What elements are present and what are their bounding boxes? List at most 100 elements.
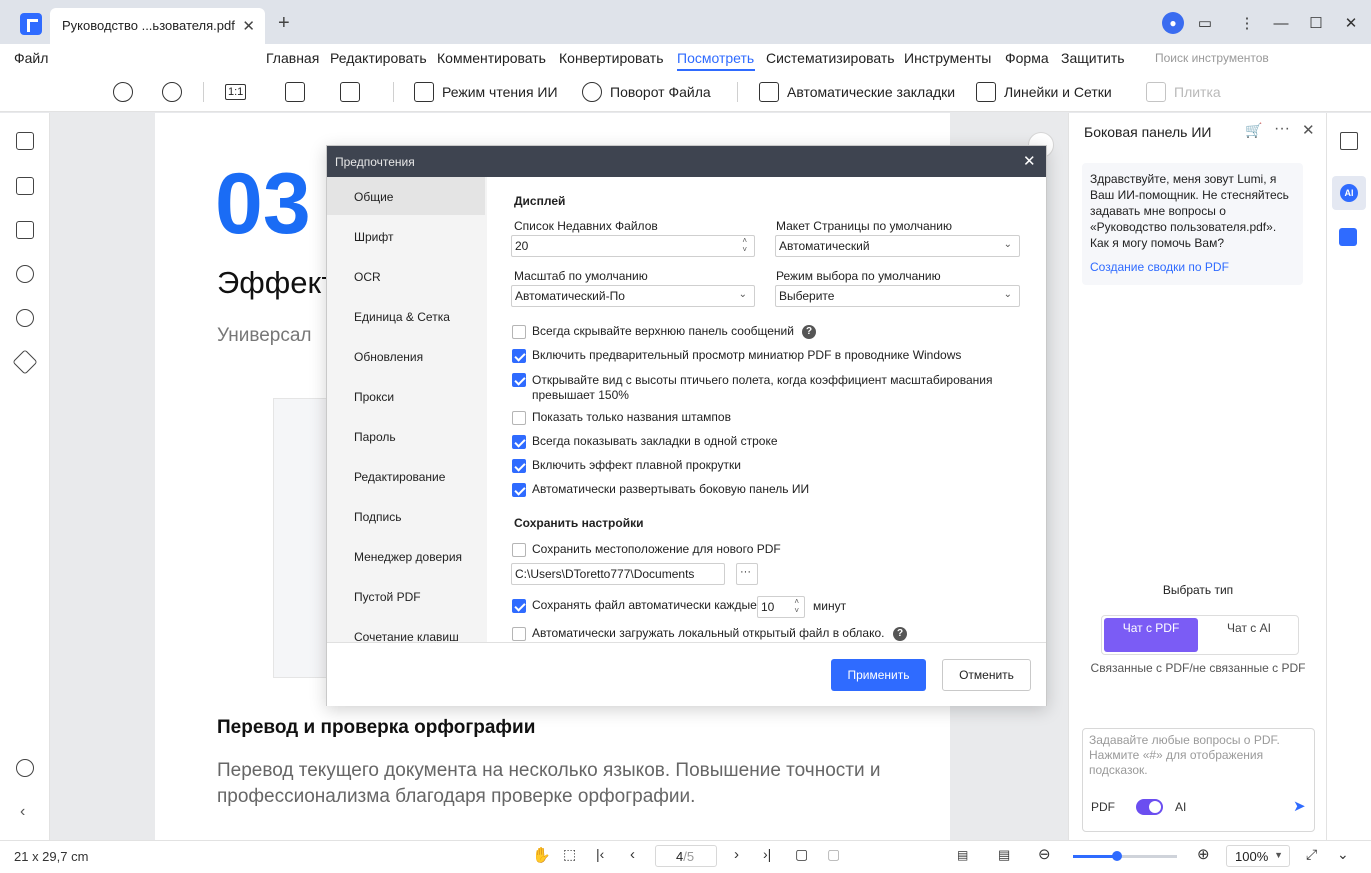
nav-updates[interactable]: Обновления [327,337,485,375]
comments-icon[interactable] [16,221,34,239]
status-zoom-in-icon[interactable]: ⊕ [1197,845,1210,863]
auto-bookmarks-button[interactable]: Автоматические закладки [759,80,955,104]
actual-size-button[interactable]: 1:1 [225,80,247,104]
browse-button[interactable]: ··· [736,563,758,585]
apply-button[interactable]: Применить [831,659,926,691]
settings-icon[interactable]: ⋮ [1236,12,1258,34]
cancel-button[interactable]: Отменить [942,659,1031,691]
bookmarks-icon[interactable] [16,177,34,195]
expand-ai-panel-checkbox[interactable] [512,483,526,497]
account-icon[interactable]: ● [1162,12,1184,34]
menu-comment[interactable]: Комментировать [437,50,546,66]
nav-font[interactable]: Шрифт [327,217,485,255]
nav-blank-pdf[interactable]: Пустой PDF [327,577,485,615]
select-tool-icon[interactable]: ⬚ [563,846,576,863]
page-layout-icon[interactable] [285,80,313,104]
bookmarks-single-line-checkbox[interactable] [512,435,526,449]
select-mode-select[interactable]: Выберите ⌄ [775,285,1020,307]
window-close-icon[interactable]: ✕ [1340,12,1362,34]
autosave-checkbox[interactable] [512,599,526,613]
new-tab-icon[interactable]: + [278,12,290,35]
next-page-icon[interactable]: › [734,846,739,863]
ai-rail-button[interactable]: AI [1332,176,1366,210]
nav-signature[interactable]: Подпись [327,497,485,535]
default-zoom-select[interactable]: Автоматический-По ⌄ [511,285,755,307]
scroll-mode-icon[interactable]: ▤ [998,847,1010,863]
send-icon[interactable]: ➤ [1293,797,1306,815]
more-icon[interactable]: ··· [1274,120,1290,138]
birds-eye-checkbox[interactable] [512,373,526,387]
reading-mode-button[interactable]: Режим чтения ИИ [414,80,558,104]
minimize-icon[interactable]: — [1270,12,1292,34]
tile-button[interactable]: Плитка [1146,80,1221,104]
zoom-slider[interactable] [1073,851,1177,861]
dialog-close-icon[interactable]: ✕ [1023,152,1036,170]
tool-search[interactable]: Поиск инструментов [1155,51,1269,65]
ai-question-input[interactable]: Задавайте любые вопросы о PDF. Нажмите «… [1082,728,1315,832]
stepper-arrows-icon[interactable]: ˄ ˅ [794,597,799,615]
save-location-checkbox[interactable] [512,543,526,557]
smooth-scroll-checkbox[interactable] [512,459,526,473]
single-page-icon[interactable]: ▤ [957,848,968,862]
help-icon[interactable]: ? [802,325,816,339]
collapse-status-icon[interactable]: ⌄ [1337,846,1349,863]
nav-proxy[interactable]: Прокси [327,377,485,415]
first-page-icon[interactable]: |‹ [596,846,604,862]
tab-close-icon[interactable]: ✕ [242,17,255,35]
menu-file[interactable]: Файл [14,50,48,66]
chat-pdf-option[interactable]: Чат с PDF [1104,618,1198,652]
thumbnails-icon[interactable] [16,132,34,150]
prev-page-icon[interactable]: ‹ [630,846,635,863]
page-number-input[interactable]: 4/5 [655,845,717,867]
rotate-button[interactable]: Поворот Файла [582,80,711,104]
nav-ocr[interactable]: OCR [327,257,485,295]
menu-edit[interactable]: Редактировать [330,50,427,66]
translate-icon[interactable] [1339,228,1357,246]
zoom-slider-knob[interactable] [1111,851,1122,861]
summary-link[interactable]: Создание сводки по PDF [1090,259,1295,275]
stepper-arrows-icon[interactable]: ˄ ˅ [742,236,747,254]
layers-icon[interactable] [12,349,38,375]
help-icon[interactable]: ? [893,627,907,641]
fit-width-icon[interactable]: ▢ [827,846,840,863]
help-icon[interactable] [16,759,34,777]
zoom-select[interactable]: 100% ▼ [1226,845,1290,867]
recent-files-stepper[interactable]: 20 ˄ ˅ [511,235,755,257]
nav-trust-manager[interactable]: Менеджер доверия [327,537,485,575]
last-page-icon[interactable]: ›| [763,846,771,862]
stamp-names-checkbox[interactable] [512,411,526,425]
nav-password[interactable]: Пароль [327,417,485,455]
hand-tool-icon[interactable]: ✋ [532,846,551,864]
page-layout-select[interactable]: Автоматический ⌄ [775,235,1020,257]
menu-convert[interactable]: Конвертировать [559,50,664,66]
collapse-icon[interactable]: ‹ [20,803,25,821]
nav-shortcuts[interactable]: Сочетание клавиш [327,617,485,642]
fullscreen-icon[interactable]: ⤢ [1306,846,1317,863]
rulers-grids-button[interactable]: Линейки и Сетки [976,80,1112,104]
maximize-icon[interactable]: ☐ [1305,12,1327,34]
menu-view[interactable]: Посмотреть [677,50,754,66]
pdf-ai-toggle[interactable] [1136,799,1163,815]
document-tab[interactable]: Руководство ...ьзователя.pdf ✕ [50,8,265,44]
menu-tools[interactable]: Инструменты [904,50,991,66]
nav-general[interactable]: Общие [327,177,485,215]
nav-unit-grid[interactable]: Единица & Сетка [327,297,485,335]
chat-ai-option[interactable]: Чат с AI [1202,618,1296,652]
search-icon[interactable] [16,309,34,327]
menu-form[interactable]: Форма [1005,50,1049,66]
zoom-out-icon[interactable] [113,80,141,104]
thumbnail-preview-checkbox[interactable] [512,349,526,363]
fit-page-icon[interactable]: ▢ [795,846,808,863]
menu-organize[interactable]: Систематизировать [766,50,895,66]
autosave-stepper[interactable]: 10 ˄ ˅ [757,596,805,618]
menu-protect[interactable]: Защитить [1061,50,1125,66]
fill-color-icon[interactable] [340,80,368,104]
feedback-icon[interactable]: ▭ [1194,12,1216,34]
nav-editing[interactable]: Редактирование [327,457,485,495]
zoom-in-icon[interactable] [162,80,190,104]
cloud-upload-checkbox[interactable] [512,627,526,641]
ai-panel-close-icon[interactable]: ✕ [1302,121,1315,139]
status-zoom-out-icon[interactable]: ⊖ [1038,845,1051,863]
cart-icon[interactable]: 🛒 [1245,122,1262,139]
menu-home[interactable]: Главная [266,50,319,66]
